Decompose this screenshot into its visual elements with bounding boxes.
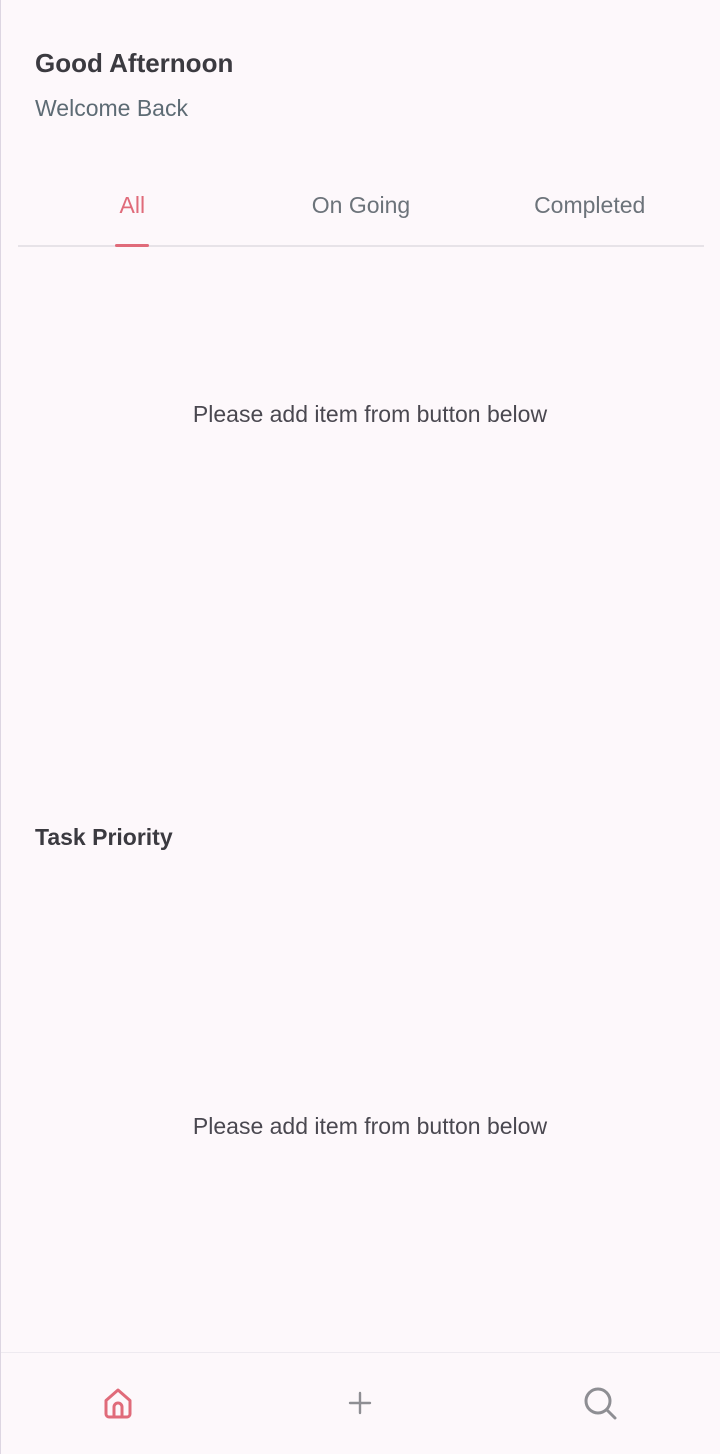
task-tabs: All On Going Completed [18,170,704,247]
bottom-navigation [1,1352,720,1454]
task-priority-title: Task Priority [35,824,173,850]
tab-on-going-label: On Going [311,192,411,218]
plus-icon [348,1391,372,1415]
welcome-subtitle: Welcome Back [35,95,188,121]
task-priority-empty-message: Please add item from button below [192,1113,548,1139]
task-list-empty-message: Please add item from button below [192,401,548,427]
home-icon [104,1388,132,1419]
tab-completed[interactable]: Completed [475,170,704,245]
tab-completed-label: Completed [534,192,646,218]
nav-search-button[interactable] [580,1383,620,1423]
tab-all-label: All [119,192,146,218]
tab-all[interactable]: All [18,170,247,245]
greeting-title: Good Afternoon [35,48,234,78]
nav-home-button[interactable] [98,1383,138,1423]
nav-add-button[interactable] [340,1383,380,1423]
tab-on-going[interactable]: On Going [247,170,476,245]
search-icon [584,1387,617,1420]
